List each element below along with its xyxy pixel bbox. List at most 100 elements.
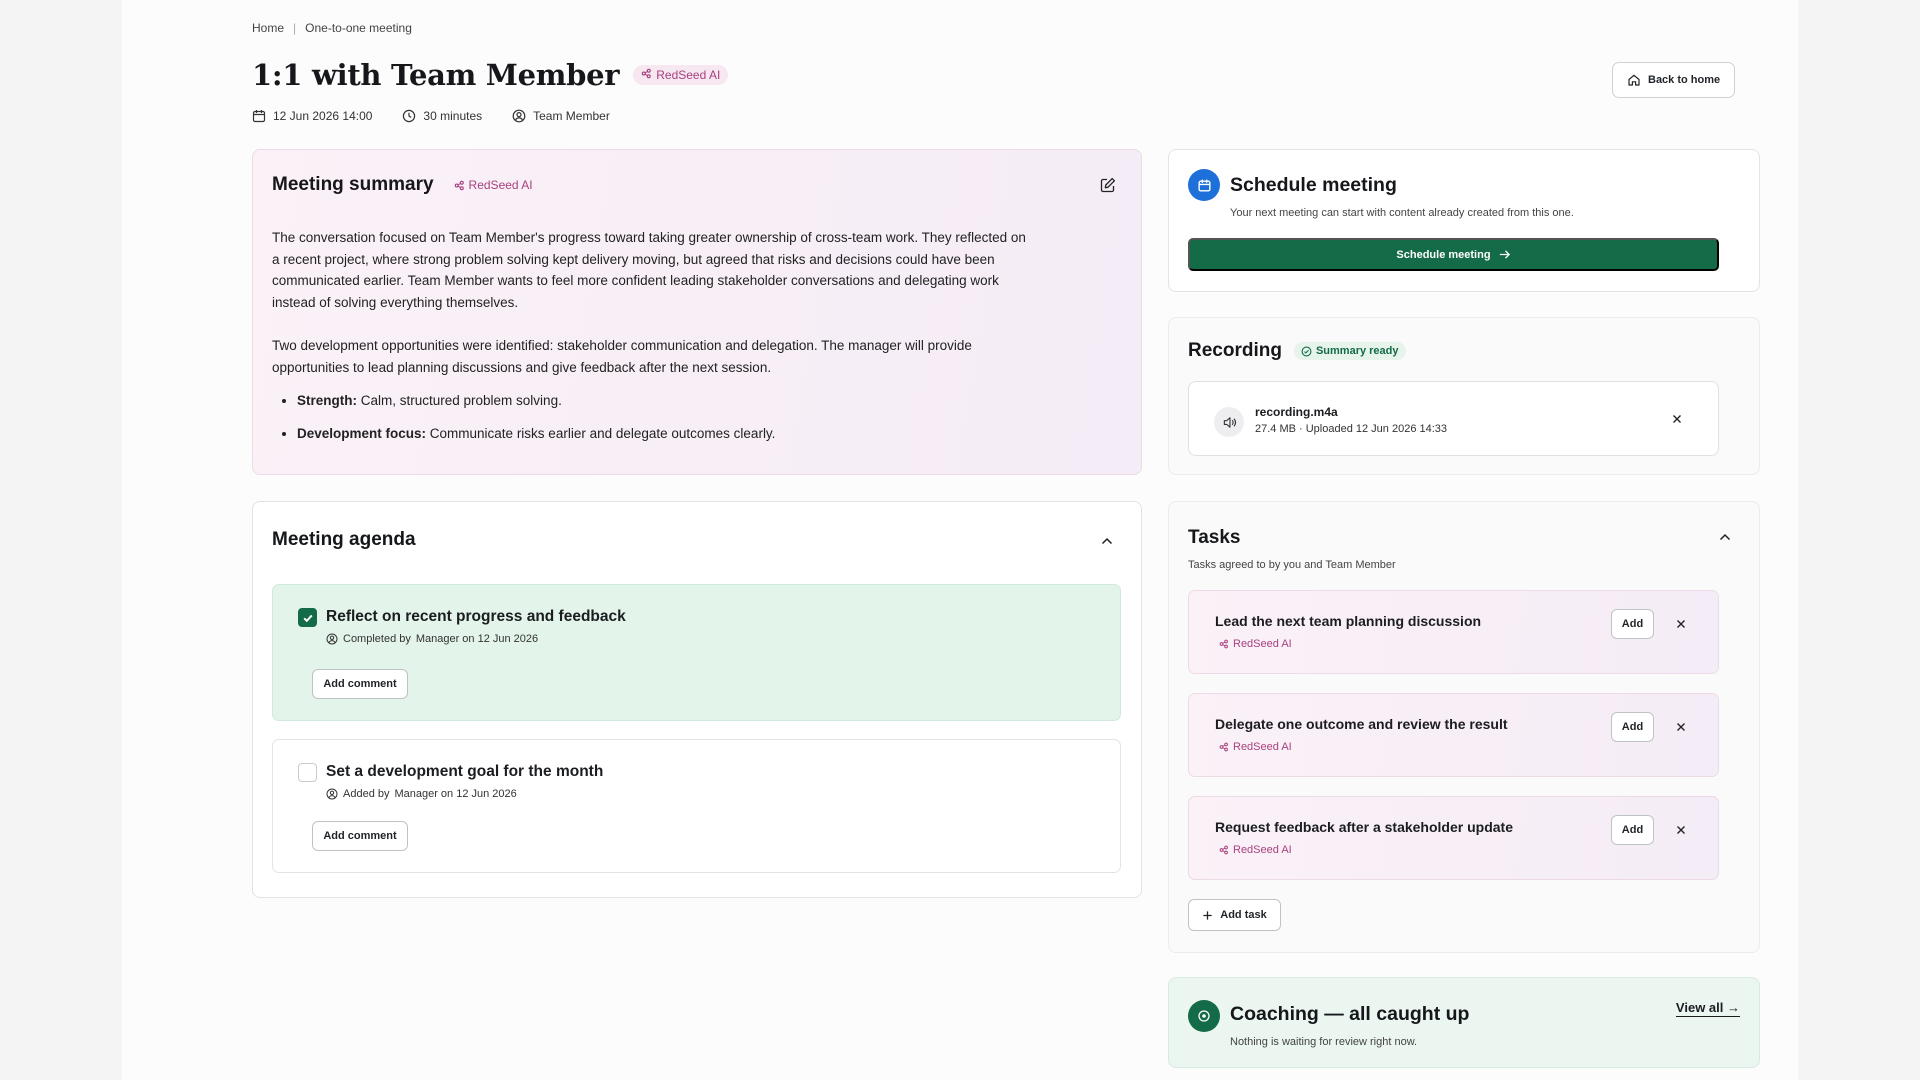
ai-sparkle-icon <box>454 180 464 190</box>
ai-sparkle-icon <box>1219 742 1228 752</box>
home-icon <box>1628 74 1640 86</box>
plus-icon <box>1203 910 1212 920</box>
status-date: on 12 Jun 2026 <box>462 633 539 645</box>
status-person: Manager <box>415 633 460 645</box>
status-badge-label: Summary ready <box>1315 345 1399 357</box>
agenda-item: Reflect on recent progress and feedback … <box>272 584 1121 721</box>
task-source: RedSeed AI <box>1219 844 1292 856</box>
file-name: recording.m4a <box>1255 405 1338 419</box>
dismiss-task-close-icon[interactable] <box>1673 719 1689 735</box>
summary-ai-badge: RedSeed AI <box>454 178 533 192</box>
agenda-item-status: Added by Manager on 12 Jun 2026 <box>326 788 517 800</box>
agenda-checkbox[interactable] <box>298 608 317 627</box>
agenda-title: Meeting agenda <box>272 529 416 550</box>
back-to-home-button[interactable]: Back to home <box>1612 62 1736 98</box>
schedule-meeting-button[interactable]: Schedule meeting <box>1188 238 1719 271</box>
remove-recording-close-icon[interactable] <box>1669 411 1685 427</box>
bullet-text: Calm, structured problem solving. <box>357 393 562 408</box>
meeting-agenda-card: Meeting agenda Reflect on recent progres… <box>252 501 1142 898</box>
user-icon <box>326 788 338 800</box>
chevron-up-icon[interactable] <box>1099 533 1115 549</box>
file-meta: 27.4 MB · Uploaded 12 Jun 2026 14:33 <box>1255 423 1448 435</box>
add-comment-button[interactable]: Add comment <box>312 821 408 851</box>
recording-header: Recording Summary ready <box>1188 340 1406 362</box>
check-icon <box>303 614 313 622</box>
agenda-item: Set a development goal for the month Add… <box>272 739 1121 873</box>
task-source-label: RedSeed AI <box>1233 844 1292 856</box>
agenda-item-title: Reflect on recent progress and feedback <box>326 608 626 625</box>
back-to-home-label: Back to home <box>1648 74 1721 86</box>
task-source-label: RedSeed AI <box>1233 741 1292 753</box>
add-comment-button[interactable]: Add comment <box>312 669 408 699</box>
tasks-card: Tasks Tasks agreed to by you and Team Me… <box>1168 501 1760 953</box>
recording-file[interactable]: recording.m4a 27.4 MB · Uploaded 12 Jun … <box>1188 381 1719 456</box>
page-title: 1:1 with Team Member <box>252 58 620 92</box>
edit-icon[interactable] <box>1099 176 1117 194</box>
ai-badge: RedSeed AI <box>633 65 729 85</box>
coaching-title: Coaching — all caught up <box>1230 1003 1470 1025</box>
summary-header: Meeting summary RedSeed AI <box>272 174 533 196</box>
arrow-right-icon <box>1499 250 1510 259</box>
chevron-up-icon[interactable] <box>1717 529 1733 545</box>
summary-paragraph: The conversation focused on Team Member'… <box>272 230 1026 310</box>
bullet-label: Development focus: <box>297 425 427 441</box>
view-all-link[interactable]: View all → <box>1675 1000 1740 1017</box>
ai-sparkle-icon <box>1219 639 1228 649</box>
meeting-participant-text: Team Member <box>533 109 610 123</box>
status-date: on 12 Jun 2026 <box>440 788 517 800</box>
bullet-label: Strength: <box>297 393 357 408</box>
status-prefix: Added by <box>343 788 390 800</box>
agenda-checkbox[interactable] <box>298 763 317 782</box>
summary-bullet: Development focus: Communicate risks ear… <box>297 423 1032 445</box>
page: Home | One-to-one meeting 1:1 with Team … <box>122 0 1798 1080</box>
add-task-item-button[interactable]: Add <box>1611 815 1654 845</box>
ai-badge-label: RedSeed AI <box>656 68 721 82</box>
coaching-card: Coaching — all caught up Nothing is wait… <box>1168 977 1760 1068</box>
dismiss-task-close-icon[interactable] <box>1673 822 1689 838</box>
meeting-duration: 30 minutes <box>402 109 482 123</box>
meeting-participant: Team Member <box>512 109 610 123</box>
user-icon <box>512 109 526 123</box>
add-task-item-button[interactable]: Add <box>1611 609 1654 639</box>
breadcrumb-current: One-to-one meeting <box>305 21 412 35</box>
task-source: RedSeed AI <box>1219 638 1292 650</box>
agenda-item-status: Completed by Manager on 12 Jun 2026 <box>326 633 538 645</box>
schedule-meeting-card: Schedule meeting Your next meeting can s… <box>1168 149 1760 292</box>
meeting-summary-card: Meeting summary RedSeed AI The conversat… <box>252 149 1142 475</box>
task-item: Request feedback after a stakeholder upd… <box>1188 796 1719 880</box>
task-source: RedSeed AI <box>1219 741 1292 753</box>
tasks-subtitle: Tasks agreed to by you and Team Member <box>1188 559 1396 571</box>
calendar-icon <box>1188 169 1220 201</box>
add-task-button[interactable]: Add task <box>1188 899 1281 931</box>
summary-ai-label: RedSeed AI <box>468 178 533 192</box>
audio-icon <box>1214 407 1244 437</box>
meeting-meta: 12 Jun 2026 14:00 30 minutes Team Member <box>252 109 610 123</box>
task-title: Lead the next team planning discussion <box>1215 613 1482 629</box>
status-person: Manager <box>394 788 438 800</box>
meeting-date-text: 12 Jun 2026 14:00 <box>273 109 373 123</box>
clock-icon <box>403 109 416 123</box>
add-task-label: Add task <box>1220 909 1267 921</box>
coaching-target-icon <box>1188 1000 1220 1032</box>
task-title: Request feedback after a stakeholder upd… <box>1215 819 1513 835</box>
recording-card: Recording Summary ready recording.m4a 27… <box>1168 317 1760 475</box>
breadcrumb: Home | One-to-one meeting <box>252 21 412 35</box>
add-task-item-button[interactable]: Add <box>1611 712 1654 742</box>
calendar-icon <box>252 110 266 123</box>
dismiss-task-close-icon[interactable] <box>1673 616 1689 632</box>
summary-bullets: Strength: Calm, structured problem solvi… <box>297 390 1032 444</box>
task-source-label: RedSeed AI <box>1233 638 1292 650</box>
user-icon <box>326 633 338 645</box>
summary-body: The conversation focused on Team Member'… <box>272 227 1032 455</box>
ai-sparkle-icon <box>641 68 652 82</box>
check-circle-icon <box>1301 346 1312 356</box>
meeting-date: 12 Jun 2026 14:00 <box>252 109 372 123</box>
breadcrumb-home[interactable]: Home <box>252 21 284 35</box>
task-title: Delegate one outcome and review the resu… <box>1215 716 1508 732</box>
task-item: Delegate one outcome and review the resu… <box>1188 693 1719 777</box>
schedule-subtitle: Your next meeting can start with content… <box>1230 207 1574 219</box>
agenda-item-title: Set a development goal for the month <box>326 763 604 780</box>
bullet-text: Communicate risks earlier and delegate o… <box>426 425 776 441</box>
ai-sparkle-icon <box>1219 845 1228 855</box>
summary-title: Meeting summary <box>272 174 434 195</box>
